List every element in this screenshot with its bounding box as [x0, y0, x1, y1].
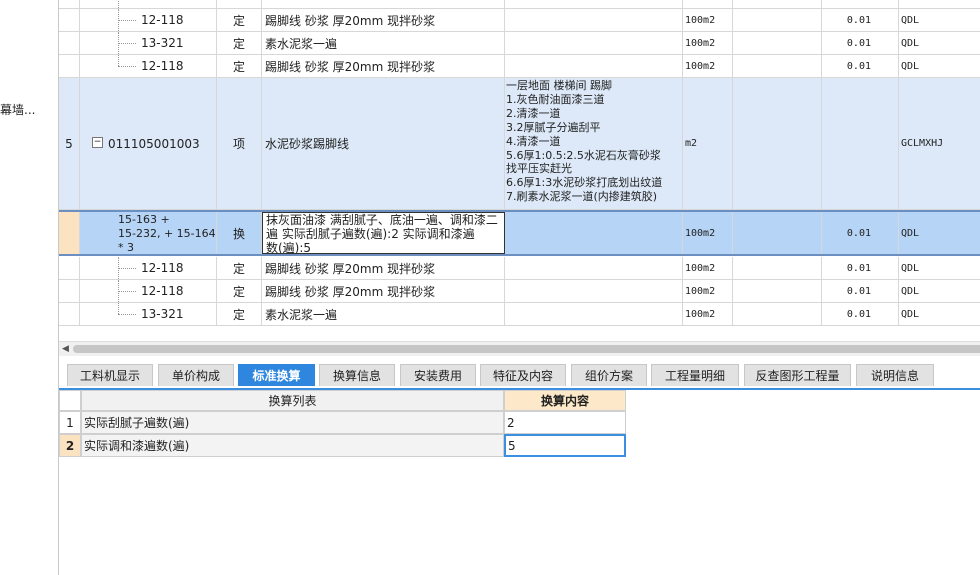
table-row[interactable]: 12-118 定 踢脚线 砂浆 厚20mm 现拌砂浆 100m2 0.01 QD…: [59, 257, 980, 280]
selected-quota-row[interactable]: 15-163 + 15-232, + 15-164 * 3 换 抹灰面油漆 满刮…: [59, 210, 980, 256]
tab-pricing-scheme[interactable]: 组价方案: [571, 364, 647, 386]
scroll-left-icon[interactable]: ◀: [62, 344, 69, 354]
table-row[interactable]: 13-321 定 素水泥浆一遍 100m2 0.01 QDL: [59, 303, 980, 326]
tab-standard-conversion[interactable]: 标准换算: [238, 364, 315, 386]
item-features: 一层地面 楼梯间 踢脚 1.灰色耐油面漆三道 2.清漆一道 3.2厚腻子分遍刮平…: [505, 78, 683, 209]
horizontal-scrollbar[interactable]: ◀: [59, 341, 980, 356]
detail-tab-bar: 工料机显示 单价构成 标准换算 换算信息 安装费用 特征及内容 组价方案 工程量…: [59, 358, 980, 390]
tab-description[interactable]: 说明信息: [856, 364, 934, 386]
tab-conversion-info[interactable]: 换算信息: [319, 364, 395, 386]
table-row[interactable]: 12-118 定 踢脚线 砂浆 厚20mm 现拌砂浆 100m2 0.01 QD…: [59, 9, 980, 32]
tab-labor-material[interactable]: 工料机显示: [67, 364, 153, 386]
conversion-row[interactable]: 1 实际刮腻子遍数(遍) 2: [59, 411, 626, 434]
table-row[interactable]: 12-118 定 踢脚线 砂浆 厚20mm 现拌砂浆 100m2 0.01 QD…: [59, 280, 980, 303]
tab-quantity-detail[interactable]: 工程量明细: [651, 364, 739, 386]
conversion-table: 换算列表 换算内容 1 实际刮腻子遍数(遍) 2 2 实际调和漆遍数(遍) 5: [59, 390, 980, 575]
tab-install-fee[interactable]: 安装费用: [400, 364, 476, 386]
table-row[interactable]: 12-118 定 踢脚线 砂浆 厚20mm 现拌砂浆 100m2 0.01 QD…: [59, 55, 980, 78]
quota-name-editor[interactable]: 抹灰面油漆 满刮腻子、底油一遍、调和漆二 遍 实际刮腻子遍数(遍):2 实际调和…: [262, 212, 505, 254]
tab-unit-price[interactable]: 单价构成: [158, 364, 234, 386]
tab-reverse-quantity[interactable]: 反查图形工程量: [744, 364, 851, 386]
scrollbar-thumb[interactable]: [73, 345, 980, 353]
conversion-value-input[interactable]: 5: [504, 434, 626, 457]
col-conversion-content: 换算内容: [504, 390, 626, 411]
tab-features[interactable]: 特征及内容: [480, 364, 566, 386]
col-conversion-list: 换算列表: [81, 390, 504, 411]
table-row[interactable]: 13-321 定 素水泥浆一遍 100m2 0.01 QDL: [59, 32, 980, 55]
table-row[interactable]: [59, 0, 980, 9]
conversion-value-input[interactable]: 2: [504, 411, 626, 434]
collapse-icon[interactable]: −: [92, 137, 103, 148]
bill-item-row[interactable]: 5 − 011105001003 项 水泥砂浆踢脚线 一层地面 楼梯间 踢脚 1…: [59, 78, 980, 210]
conversion-row[interactable]: 2 实际调和漆遍数(遍) 5: [59, 434, 626, 457]
tree-item-truncated[interactable]: 幕墙...: [0, 101, 35, 118]
left-tree-panel: 幕墙...: [0, 0, 59, 575]
bill-of-quantities-grid: 12-118 定 踢脚线 砂浆 厚20mm 现拌砂浆 100m2 0.01 QD…: [59, 0, 980, 341]
